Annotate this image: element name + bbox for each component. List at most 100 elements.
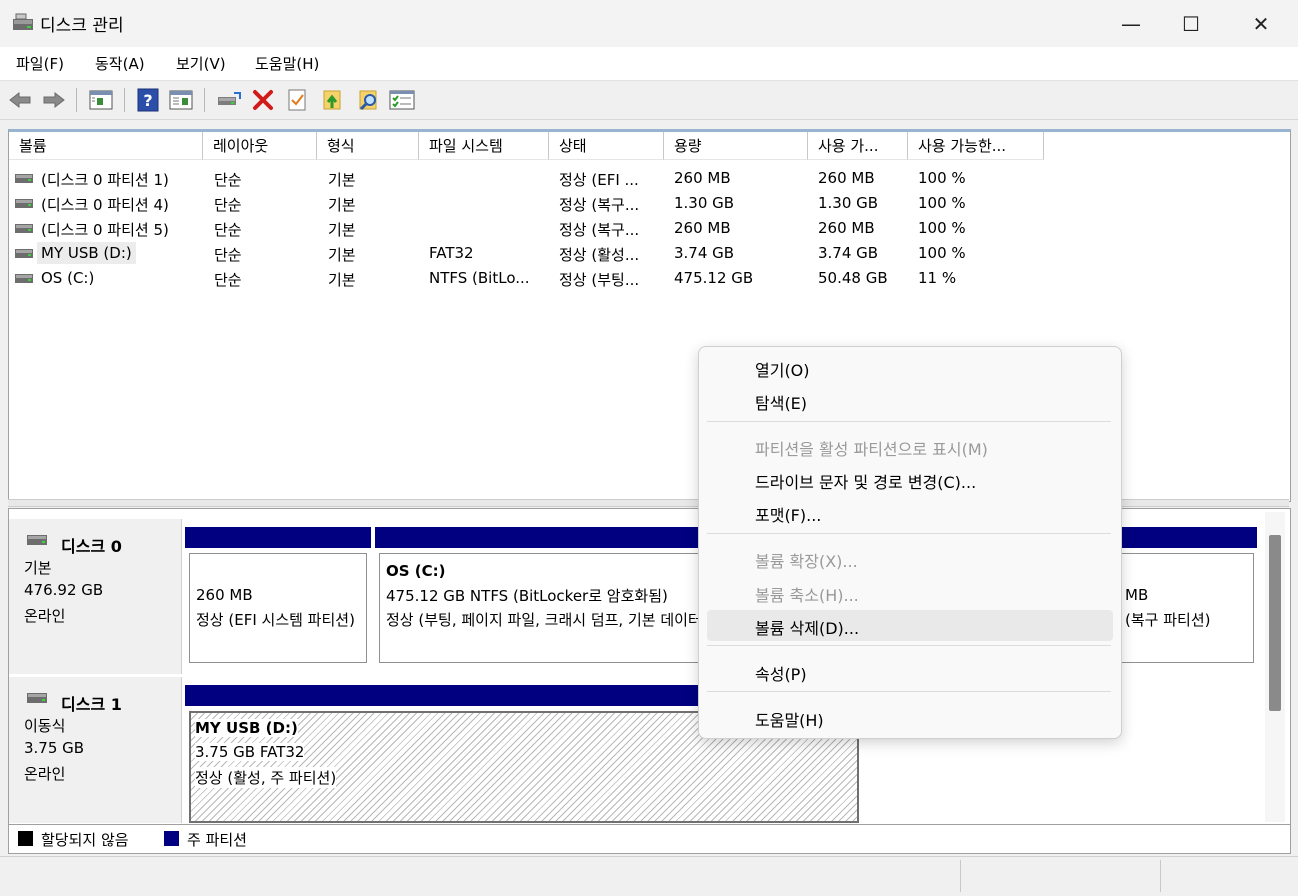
disk-0-kind: 기본 xyxy=(24,559,52,577)
menu-item-shrink-volume-label: 볼륨 축소(H)... xyxy=(755,586,859,605)
drive-icon xyxy=(15,199,33,208)
help-button[interactable]: ? xyxy=(135,87,161,113)
table-row[interactable]: (디스크 0 파티션 5) 단순 기본 정상 (복구... 260 MB 260… xyxy=(9,216,1290,241)
menu-item-format[interactable]: 포맷(F)... xyxy=(707,497,1113,528)
folder-up-icon xyxy=(323,90,341,110)
menu-item-format-label: 포맷(F)... xyxy=(755,506,822,525)
menu-help[interactable]: 도움말(H) xyxy=(255,53,319,74)
volume-type: 기본 xyxy=(328,246,356,264)
back-button[interactable] xyxy=(7,87,33,113)
menu-item-open-label: 열기(O) xyxy=(755,361,810,380)
table-row[interactable]: (디스크 0 파티션 1) 단순 기본 정상 (EFI ... 260 MB 2… xyxy=(9,166,1290,191)
partition-os[interactable]: OS (C:) 475.12 GB NTFS (BitLocker로 암호화됨)… xyxy=(375,527,706,669)
maximize-button[interactable]: ☐ xyxy=(1160,0,1222,47)
column-header-type[interactable]: 형식 xyxy=(317,132,419,160)
volume-free-space: 3.74 GB xyxy=(818,244,879,262)
connect-drive-button[interactable] xyxy=(216,87,242,113)
disk-icon xyxy=(27,535,47,545)
status-bar xyxy=(0,856,1298,896)
close-button[interactable]: ✕ xyxy=(1230,0,1292,47)
partition-efi-status: 정상 (EFI 시스템 파티션) xyxy=(196,611,355,629)
toolbar-separator xyxy=(76,88,77,112)
toolbar-separator xyxy=(204,88,205,112)
table-row[interactable]: (디스크 0 파티션 4) 단순 기본 정상 (복구... 1.30 GB 1.… xyxy=(9,191,1290,216)
checklist-button[interactable] xyxy=(284,87,310,113)
table-row[interactable]: OS (C:) 단순 기본 NTFS (BitLo... 정상 (부팅... 4… xyxy=(9,266,1290,291)
disk-1-label[interactable]: 디스크 1 이동식 3.75 GB 온라인 xyxy=(9,677,182,823)
column-header-percent-free[interactable]: 사용 가능한... xyxy=(908,132,1044,160)
menu-file[interactable]: 파일(F) xyxy=(16,53,64,74)
disk-list-button[interactable] xyxy=(88,87,114,113)
connect-drive-icon xyxy=(218,92,241,105)
drive-icon xyxy=(15,274,33,283)
menu-item-explore-label: 탐색(E) xyxy=(755,394,808,413)
disk-list-icon xyxy=(89,90,113,110)
legend-label-primary: 주 파티션 xyxy=(187,831,247,849)
menu-view[interactable]: 보기(V) xyxy=(176,53,226,74)
column-header-layout[interactable]: 레이아웃 xyxy=(203,132,317,160)
help-icon: ? xyxy=(137,88,159,112)
forward-icon xyxy=(43,91,65,109)
disk-0-label[interactable]: 디스크 0 기본 476.92 GB 온라인 xyxy=(9,519,182,674)
volume-status: 정상 (복구... xyxy=(559,221,640,239)
column-header-volume[interactable]: 볼륨 xyxy=(9,132,203,160)
disk-1-kind: 이동식 xyxy=(24,717,66,735)
menu-item-mark-active: 파티션을 활성 파티션으로 표시(M) xyxy=(707,431,1113,462)
properties-list-button[interactable] xyxy=(389,87,415,113)
close-icon: ✕ xyxy=(1252,11,1270,36)
drive-icon xyxy=(15,224,33,233)
column-header-status[interactable]: 상태 xyxy=(549,132,664,160)
menu-item-delete-volume-label: 볼륨 삭제(D)... xyxy=(755,619,860,638)
minimize-icon: — xyxy=(1121,11,1141,36)
volume-filesystem: FAT32 xyxy=(429,244,474,262)
console-view-button[interactable] xyxy=(168,87,194,113)
disk-icon xyxy=(27,693,47,703)
menu-item-change-drive-letter[interactable]: 드라이브 문자 및 경로 변경(C)... xyxy=(707,464,1113,495)
partition-efi[interactable]: 260 MB 정상 (EFI 시스템 파티션) xyxy=(185,527,371,669)
partition-os-box: OS (C:) 475.12 GB NTFS (BitLocker로 암호화됨)… xyxy=(379,553,706,663)
scrollbar-thumb[interactable] xyxy=(1269,535,1281,711)
volume-name: MY USB (D:) xyxy=(37,242,136,264)
disk-management-app-icon xyxy=(13,13,33,30)
disk-1-name: 디스크 1 xyxy=(61,695,122,714)
partition-header-bar xyxy=(185,685,705,706)
folder-up-button[interactable] xyxy=(320,87,346,113)
delete-button[interactable] xyxy=(250,87,276,113)
table-row-selected[interactable]: MY USB (D:) 단순 기본 FAT32 정상 (활성... 3.74 G… xyxy=(9,241,1290,266)
menu-item-extend-volume-label: 볼륨 확장(X)... xyxy=(755,552,858,571)
menu-item-delete-volume[interactable]: 볼륨 삭제(D)... xyxy=(707,610,1113,641)
menu-item-properties[interactable]: 속성(P) xyxy=(707,656,1113,687)
volume-type: 기본 xyxy=(328,221,356,239)
partition-efi-size: 260 MB xyxy=(196,586,253,604)
partition-header-bar xyxy=(375,527,705,548)
volume-percent-free: 11 % xyxy=(918,269,957,287)
volume-capacity: 3.74 GB xyxy=(674,244,735,262)
volume-percent-free: 100 % xyxy=(918,194,966,212)
column-header-capacity[interactable]: 용량 xyxy=(664,132,808,160)
context-menu: 열기(O) 탐색(E) 파티션을 활성 파티션으로 표시(M) 드라이브 문자 … xyxy=(698,346,1122,739)
volume-status: 정상 (활성... xyxy=(559,246,640,264)
menu-action[interactable]: 동작(A) xyxy=(95,53,145,74)
column-header-filesystem[interactable]: 파일 시스템 xyxy=(419,132,549,160)
volume-free-space: 260 MB xyxy=(818,169,875,187)
partition-header-bar xyxy=(185,527,371,548)
forward-button[interactable] xyxy=(41,87,67,113)
column-header-free-space[interactable]: 사용 가... xyxy=(808,132,908,160)
status-bar-divider xyxy=(960,860,961,892)
volume-type: 기본 xyxy=(328,196,356,214)
menu-item-open[interactable]: 열기(O) xyxy=(707,352,1113,383)
minimize-button[interactable]: — xyxy=(1100,0,1162,47)
partition-recovery[interactable]: MB (복구 파티션) xyxy=(1117,527,1257,669)
partition-recovery-box: MB (복구 파티션) xyxy=(1117,553,1254,663)
partition-usb-detail: 3.75 GB FAT32 xyxy=(195,743,305,761)
menu-item-change-drive-letter-label: 드라이브 문자 및 경로 변경(C)... xyxy=(755,473,977,492)
menu-item-explore[interactable]: 탐색(E) xyxy=(707,385,1113,416)
menu-bar: 파일(F) 동작(A) 보기(V) 도움말(H) xyxy=(0,47,1298,81)
menu-item-mark-active-label: 파티션을 활성 파티션으로 표시(M) xyxy=(755,440,988,459)
folder-search-button[interactable] xyxy=(356,87,382,113)
legend: 할당되지 않음 주 파티션 xyxy=(8,824,1291,854)
legend-swatch-primary xyxy=(164,831,179,846)
menu-item-help[interactable]: 도움말(H) xyxy=(707,702,1113,733)
menu-item-shrink-volume: 볼륨 축소(H)... xyxy=(707,577,1113,608)
svg-text:?: ? xyxy=(143,91,152,110)
